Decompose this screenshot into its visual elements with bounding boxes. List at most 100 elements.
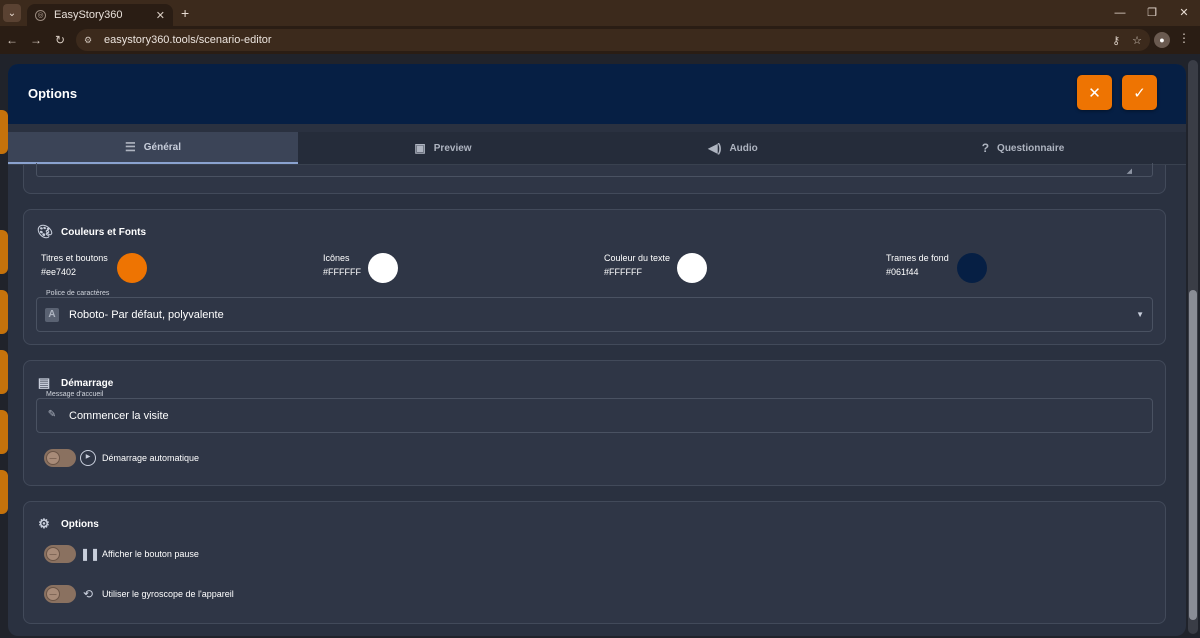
profile-avatar-icon[interactable]: ● (1154, 32, 1170, 48)
tab-label: Preview (433, 142, 472, 154)
address-bar[interactable]: ⚙ easystory360.tools/scenario-editor ⚷ ☆ (76, 29, 1150, 51)
color-setting-icons: Icônes #FFFFFF (323, 253, 398, 283)
color-setting-text: Couleur du texte #FFFFFF (604, 253, 707, 283)
browser-menu-icon[interactable]: ⋮ (1178, 31, 1190, 45)
color-hex: #FFFFFF (323, 267, 361, 277)
tune-icon: ☰ (124, 140, 136, 154)
colors-fonts-card: 🎨︎ Couleurs et Fonts Titres et boutons #… (23, 209, 1166, 345)
tab-label: Questionnaire (997, 142, 1065, 154)
forward-icon[interactable]: → (24, 33, 48, 47)
minimize-icon[interactable]: — (1104, 0, 1136, 26)
check-icon: ✓ (1133, 84, 1146, 102)
options-modal: Options ✕ ✓ ☰ Général ▣ Preview ◀) Audio… (8, 64, 1186, 636)
autostart-label: Démarrage automatique (102, 453, 200, 463)
site-info-icon[interactable]: ⚙ (84, 35, 96, 45)
font-select[interactable]: A Roboto- Par défaut, polyvalente ▼ (36, 297, 1153, 332)
chevron-down-icon: ▼ (1136, 310, 1144, 319)
background-chip (0, 350, 8, 394)
tab-audio[interactable]: ◀) Audio (588, 132, 878, 164)
browser-tab[interactable]: ◎ EasyStory360 ✕ (27, 4, 173, 26)
quiz-icon: ? (981, 141, 990, 155)
resize-handle-icon[interactable]: ◢ (1127, 167, 1132, 175)
play-circle-icon: ▶ (80, 450, 96, 466)
card-title-text: Couleurs et Fonts (61, 226, 147, 238)
toggle-knob: — (46, 451, 60, 465)
background-chip (0, 110, 8, 154)
gyroscope-label: Utiliser le gyroscope de l'appareil (102, 589, 234, 599)
tab-questionnaire[interactable]: ? Questionnaire (878, 132, 1168, 164)
color-label: Titres et boutons (41, 253, 108, 263)
image-icon: ▣ (414, 141, 426, 155)
card-title: ⚙ Options (37, 516, 99, 532)
options-tabs: ☰ Général ▣ Preview ◀) Audio ? Questionn… (8, 132, 1186, 165)
background-chip (0, 470, 8, 514)
color-label: Couleur du texte (604, 253, 671, 263)
card-title: ▤ Démarrage (37, 375, 113, 391)
tab-label: Audio (729, 142, 758, 154)
autostart-toggle[interactable]: — (44, 449, 76, 467)
gear-icon: ⚙ (38, 516, 50, 531)
password-key-icon[interactable]: ⚷ (1112, 34, 1120, 47)
card-title: 🎨︎ Couleurs et Fonts (37, 224, 146, 240)
color-swatch[interactable] (677, 253, 707, 283)
gyroscope-toggle[interactable]: — (44, 585, 76, 603)
window-controls: — ❐ ✕ (1104, 0, 1200, 26)
color-hex: #FFFFFF (604, 267, 642, 277)
page-scroll-thumb[interactable] (1189, 290, 1197, 620)
pause-icon: ❚❚ (80, 547, 101, 561)
autostart-row: — ▶ Démarrage automatique (44, 449, 199, 467)
tab-close-icon[interactable]: ✕ (156, 9, 165, 22)
color-setting-titles: Titres et boutons #ee7402 (41, 253, 147, 283)
tab-search-button[interactable]: ⌄ (3, 4, 21, 22)
volume-icon: ◀) (708, 141, 722, 155)
previous-card: ◢ (23, 163, 1166, 194)
color-swatch[interactable] (957, 253, 987, 283)
bookmark-star-icon[interactable]: ☆ (1132, 34, 1142, 47)
back-icon[interactable]: ← (0, 33, 24, 47)
reload-icon[interactable]: ↻ (48, 33, 72, 47)
welcome-message-input[interactable]: ✎ Commencer la visite (36, 398, 1153, 433)
modal-title: Options (28, 86, 78, 101)
toggle-knob: — (46, 587, 60, 601)
tab-preview[interactable]: ▣ Preview (298, 132, 588, 164)
palette-icon: 🎨︎ (37, 224, 54, 239)
browser-tab-bar: ⌄ ◎ EasyStory360 ✕ + — ❐ ✕ (0, 0, 1200, 26)
message-icon: ▤ (37, 375, 51, 390)
new-tab-button[interactable]: + (181, 5, 189, 21)
background-chip (0, 410, 8, 454)
font-select-value: Roboto- Par défaut, polyvalente (69, 308, 224, 321)
site-favicon-icon: ◎ (35, 9, 46, 21)
color-swatch[interactable] (117, 253, 147, 283)
card-title-text: Démarrage (61, 377, 114, 389)
font-select-label: Police de caractères (44, 290, 112, 297)
pause-button-toggle[interactable]: — (44, 545, 76, 563)
tab-label: Général (143, 141, 181, 153)
modal-header: Options ✕ ✓ (8, 64, 1186, 124)
color-hex: #061f44 (886, 267, 919, 277)
color-label: Trames de fond (886, 253, 949, 263)
start-card: ▤ Démarrage ✎ Commencer la visite Messag… (23, 360, 1166, 486)
tab-general[interactable]: ☰ Général (8, 132, 298, 164)
color-setting-background: Trames de fond #061f44 (886, 253, 987, 283)
background-chip (0, 290, 8, 334)
browser-toolbar: ← → ↻ ⚙ easystory360.tools/scenario-edit… (0, 26, 1200, 54)
pause-button-label: Afficher le bouton pause (102, 549, 199, 559)
font-icon: A (45, 307, 59, 322)
welcome-message-value: Commencer la visite (69, 409, 169, 422)
window-close-icon[interactable]: ✕ (1168, 0, 1200, 26)
pause-button-row: — ❚❚ Afficher le bouton pause (44, 545, 199, 563)
gyroscope-row: — ⟲ Utiliser le gyroscope de l'appareil (44, 585, 234, 603)
background-chip (0, 230, 8, 274)
confirm-button[interactable]: ✓ (1122, 75, 1157, 110)
options-card: ⚙ Options — ❚❚ Afficher le bouton pause … (23, 501, 1166, 624)
card-title-text: Options (61, 518, 99, 530)
close-icon: ✕ (1088, 84, 1101, 102)
browser-tab-title: EasyStory360 (54, 9, 123, 21)
screen-rotation-icon: ⟲ (82, 587, 94, 601)
description-textarea[interactable]: ◢ (36, 163, 1153, 177)
color-hex: #ee7402 (41, 267, 77, 277)
url-text: easystory360.tools/scenario-editor (104, 34, 272, 46)
color-swatch[interactable] (368, 253, 398, 283)
maximize-icon[interactable]: ❐ (1136, 0, 1168, 26)
close-button[interactable]: ✕ (1077, 75, 1112, 110)
